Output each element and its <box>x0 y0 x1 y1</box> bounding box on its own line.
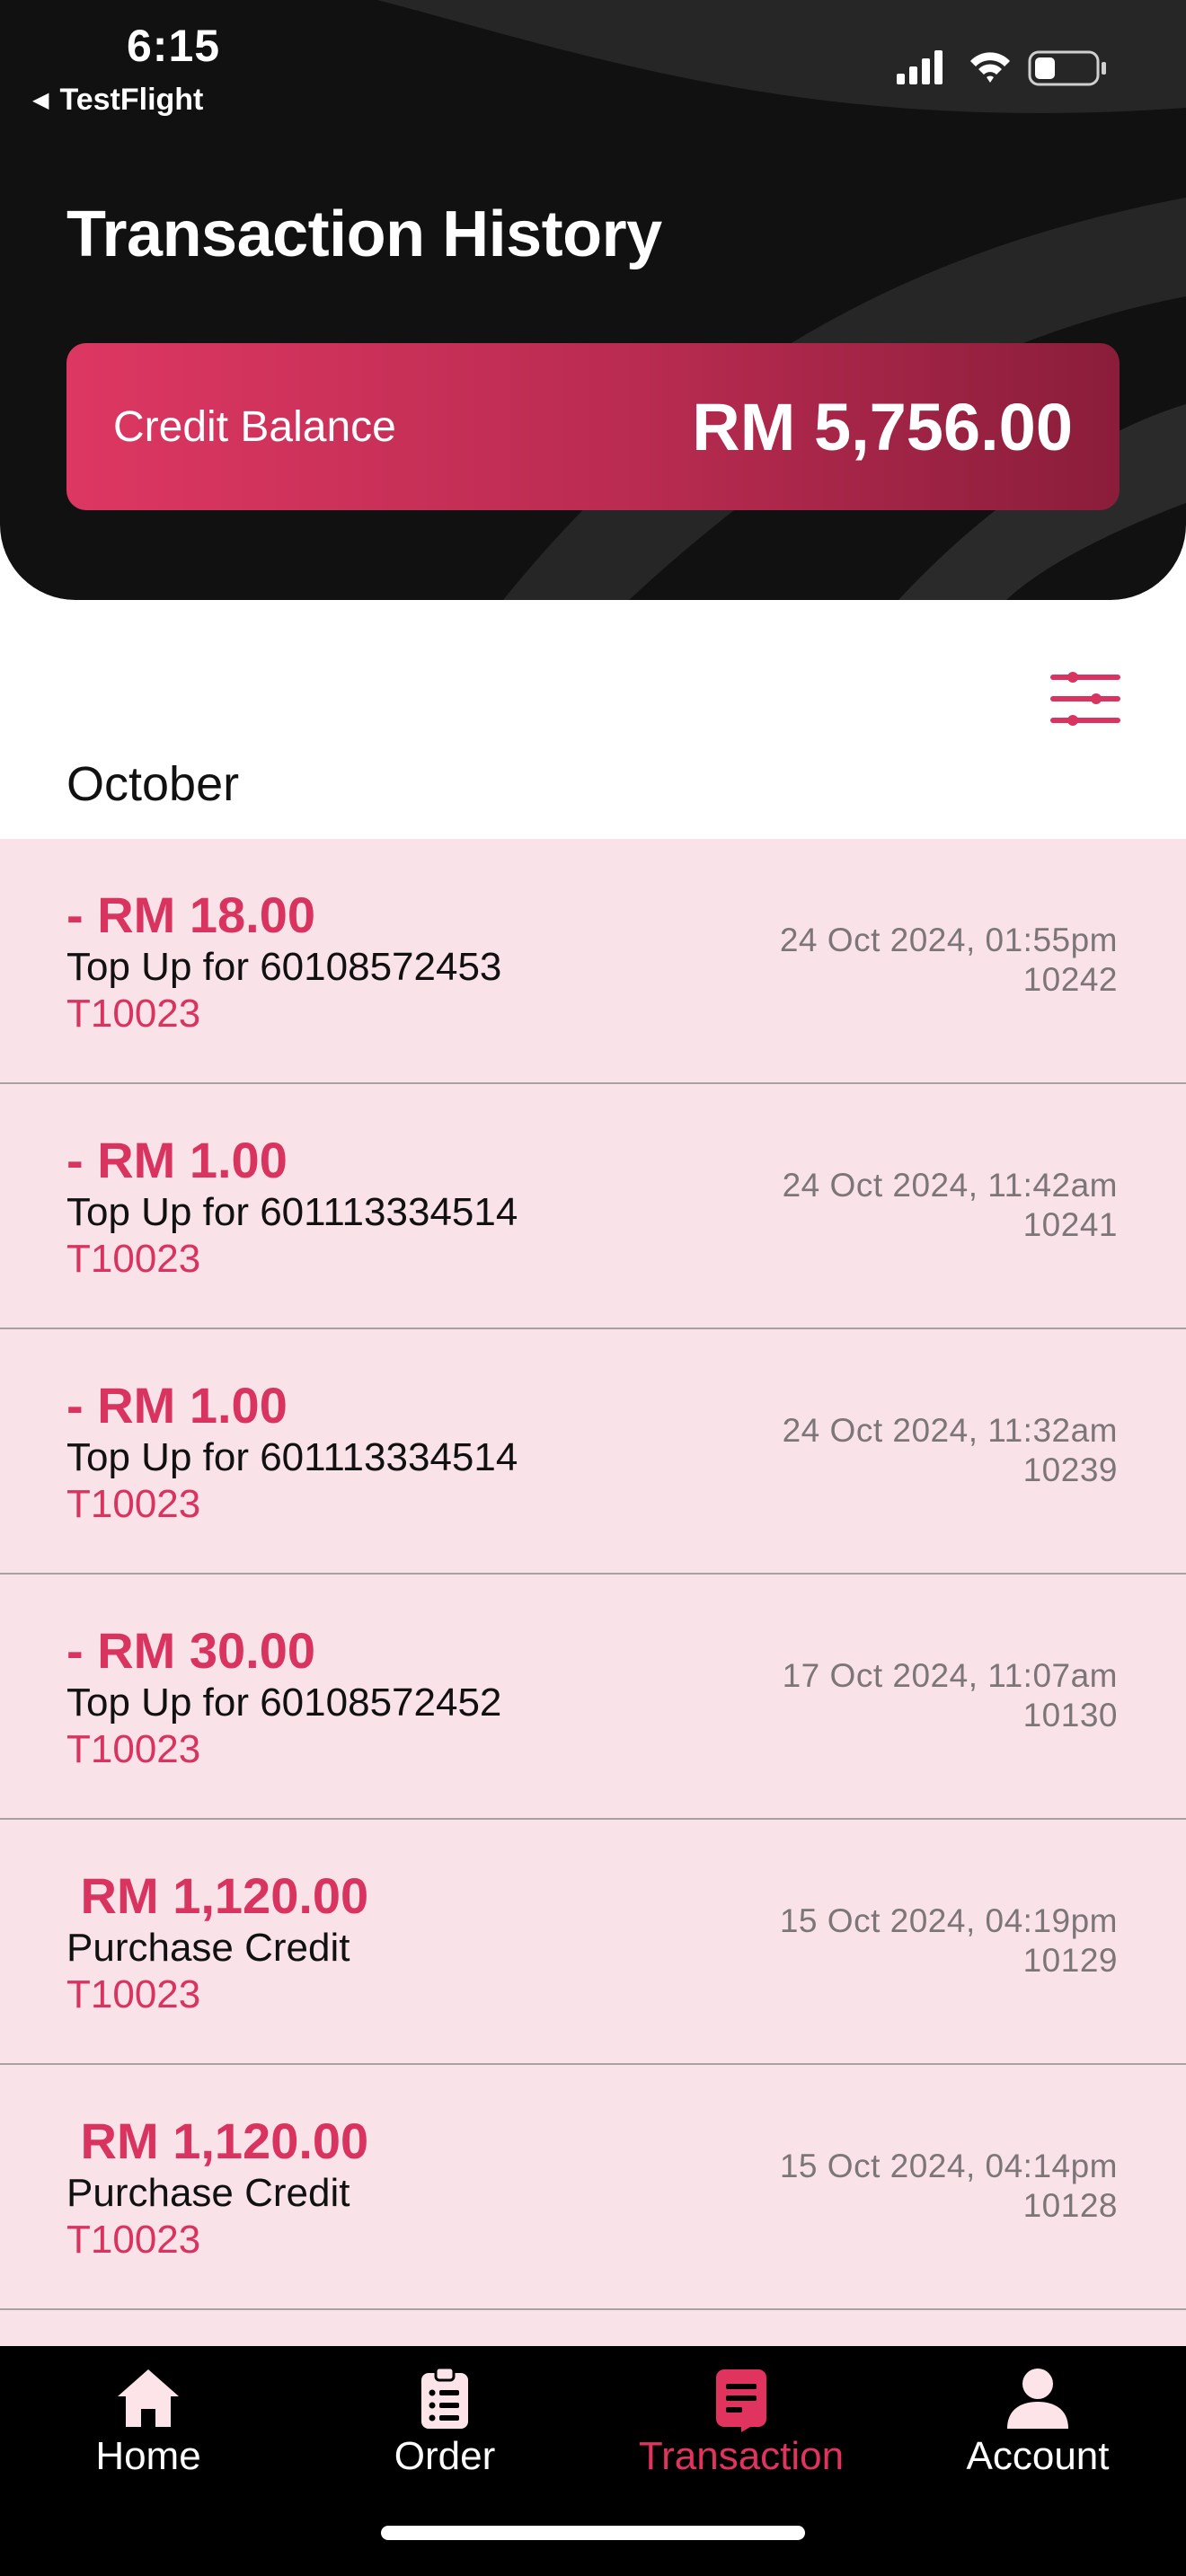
transaction-code: T10023 <box>66 992 201 1036</box>
transaction-code: T10023 <box>66 2218 201 2262</box>
transaction-datetime: 17 Oct 2024, 11:07am <box>782 1657 1118 1694</box>
transaction-amount: - RM 1.00 <box>66 1132 288 1188</box>
transaction-code: T10023 <box>66 1972 201 2016</box>
transaction-amount: - RM 30.00 <box>66 1622 315 1679</box>
transaction-description: Top Up for 60108572453 <box>66 945 502 989</box>
transaction-list[interactable]: - RM 18.00 Top Up for 60108572453 T10023… <box>0 839 1186 2346</box>
tab-home-label: Home <box>95 2434 201 2478</box>
transaction-row[interactable]: - RM 1.00 Top Up for 601113334514 T10023… <box>0 1084 1186 1329</box>
transaction-datetime: 24 Oct 2024, 01:55pm <box>779 922 1118 958</box>
credit-balance-amount: RM 5,756.00 <box>692 389 1073 464</box>
transaction-datetime: 15 Oct 2024, 04:14pm <box>779 2148 1118 2184</box>
tab-home[interactable]: Home <box>0 2364 296 2481</box>
wifi-icon <box>970 52 1010 83</box>
transaction-row[interactable]: RM 1,120.00 Purchase Credit T10023 15 Oc… <box>0 1820 1186 2065</box>
clipboard-list-icon <box>421 2366 468 2429</box>
transaction-datetime: 15 Oct 2024, 04:19pm <box>779 1902 1118 1939</box>
transaction-id: 10241 <box>1022 1206 1118 1243</box>
transaction-id: 10129 <box>1022 1942 1118 1979</box>
back-app-label: TestFlight <box>59 83 204 117</box>
transaction-row[interactable]: RM 1,120.00 Purchase Credit T10023 15 Oc… <box>0 2065 1186 2310</box>
transaction-id: 10128 <box>1022 2187 1118 2224</box>
page-title: Transaction History <box>66 198 662 270</box>
transaction-description: Top Up for 601113334514 <box>66 1435 518 1479</box>
header: 6:15 ◀ TestFlight Transaction History Cr… <box>0 0 1186 600</box>
home-icon <box>118 2369 179 2427</box>
transaction-code: T10023 <box>66 1237 201 1281</box>
credit-balance-label: Credit Balance <box>113 402 396 451</box>
transaction-row[interactable]: - RM 1.00 Top Up for 601113334514 T10023… <box>0 1329 1186 1575</box>
transaction-datetime: 24 Oct 2024, 11:32am <box>782 1412 1118 1449</box>
month-header: October <box>66 757 240 811</box>
transaction-amount: - RM 18.00 <box>66 887 315 943</box>
receipt-icon <box>716 2369 766 2432</box>
transaction-row-partial[interactable] <box>0 2310 1186 2346</box>
transaction-description: Purchase Credit <box>66 1926 350 1970</box>
battery-icon <box>1028 50 1106 86</box>
transaction-id: 10242 <box>1022 961 1118 998</box>
tab-order-label: Order <box>394 2434 496 2478</box>
transaction-code: T10023 <box>66 1727 201 1771</box>
filter-sliders-icon[interactable] <box>1049 666 1121 731</box>
home-indicator[interactable] <box>381 2526 805 2540</box>
user-icon <box>1007 2369 1068 2429</box>
transaction-description: Top Up for 60108572452 <box>66 1681 502 1725</box>
bottom-tab-bar: Home Order Transaction Account <box>0 2346 1186 2576</box>
transaction-code: T10023 <box>66 1482 201 1526</box>
transaction-amount: RM 1,120.00 <box>66 1867 369 1924</box>
transaction-description: Purchase Credit <box>66 2171 350 2215</box>
transaction-amount: RM 1,120.00 <box>66 2113 369 2169</box>
tab-transaction[interactable]: Transaction <box>593 2364 890 2481</box>
transaction-row[interactable]: - RM 18.00 Top Up for 60108572453 T10023… <box>0 839 1186 1084</box>
cellular-signal-icon <box>897 50 943 84</box>
tab-transaction-label: Transaction <box>638 2434 845 2478</box>
transaction-description: Top Up for 601113334514 <box>66 1190 518 1234</box>
transaction-datetime: 24 Oct 2024, 11:42am <box>782 1167 1118 1204</box>
tab-account[interactable]: Account <box>890 2364 1186 2481</box>
transaction-row[interactable]: - RM 30.00 Top Up for 60108572452 T10023… <box>0 1575 1186 1820</box>
back-to-app-link[interactable]: ◀ TestFlight <box>32 83 203 118</box>
transaction-amount: - RM 1.00 <box>66 1377 288 1434</box>
transaction-id: 10239 <box>1022 1451 1118 1488</box>
status-icons <box>897 50 1106 86</box>
status-time: 6:15 <box>127 21 221 71</box>
transaction-id: 10130 <box>1022 1697 1118 1734</box>
tab-account-label: Account <box>966 2434 1110 2478</box>
tab-order[interactable]: Order <box>296 2364 593 2481</box>
credit-balance-card: Credit Balance RM 5,756.00 <box>66 343 1120 510</box>
back-arrow-icon: ◀ <box>32 88 49 112</box>
